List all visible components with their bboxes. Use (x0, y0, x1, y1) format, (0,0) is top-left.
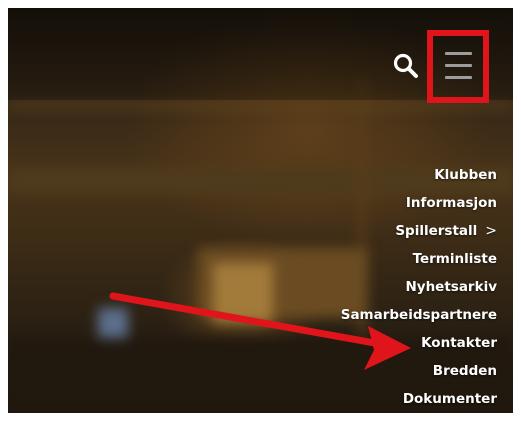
nav-item-terminliste[interactable]: Terminliste (341, 245, 497, 273)
nav-item-bredden[interactable]: Bredden (341, 357, 497, 385)
search-icon (393, 53, 418, 78)
hamburger-menu-icon-bar (445, 76, 472, 79)
page-canvas: Klubben Informasjon Spillerstall > Termin… (8, 8, 513, 413)
nav-item-klubben[interactable]: Klubben (341, 161, 497, 189)
nav-menu: Klubben Informasjon Spillerstall > Termin… (341, 161, 497, 413)
hamburger-menu-icon-bar (445, 64, 472, 67)
nav-item-samarbeidspartnere[interactable]: Samarbeidspartnere (341, 301, 497, 329)
nav-item-spillerstall[interactable]: Spillerstall > (341, 217, 497, 245)
search-button[interactable] (392, 52, 422, 82)
hamburger-menu-icon-bar (445, 52, 472, 55)
nav-item-informasjon[interactable]: Informasjon (341, 189, 497, 217)
nav-item-kontakter[interactable]: Kontakter (341, 329, 497, 357)
hamburger-menu-button[interactable] (427, 30, 489, 103)
nav-item-nyhetsarkiv[interactable]: Nyhetsarkiv (341, 273, 497, 301)
chevron-right-icon: > (485, 223, 497, 239)
nav-item-dokumenter[interactable]: Dokumenter (341, 385, 497, 413)
